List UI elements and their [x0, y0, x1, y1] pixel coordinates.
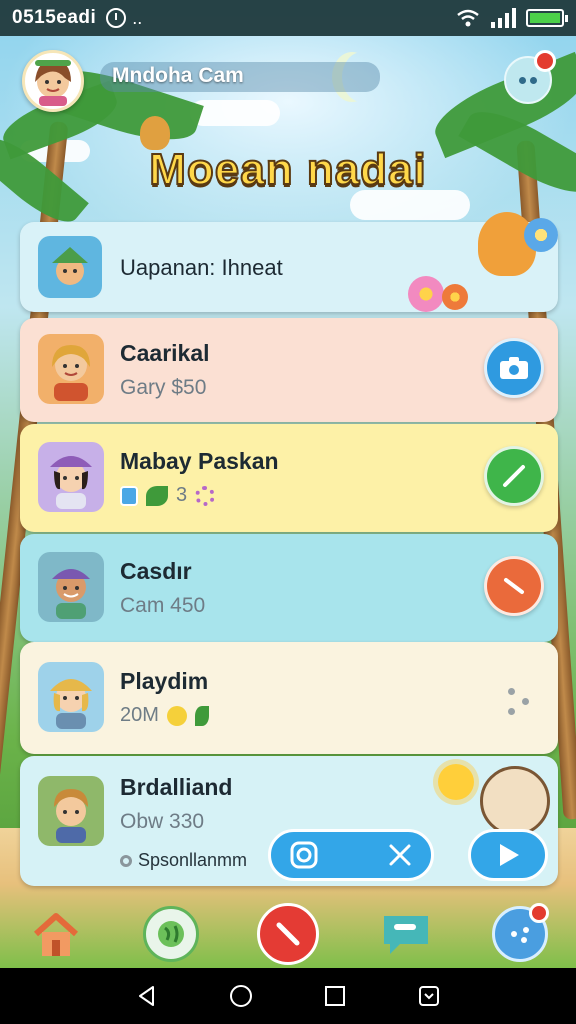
end-call-button[interactable] [257, 903, 319, 965]
contact-card[interactable]: Playdim 20M [20, 642, 558, 754]
user-name: Mndoha Cam [100, 62, 380, 92]
person-avatar-icon [52, 569, 90, 619]
home-circle-icon[interactable] [229, 984, 253, 1008]
gear-icon [195, 485, 216, 506]
contact-card[interactable]: Casdır Cam 450 [20, 534, 558, 642]
contact-status-row: 3 [120, 484, 216, 507]
leaf-icon [146, 485, 168, 506]
recents-icon[interactable] [323, 984, 347, 1008]
contact-extra: Spsonllanmm [138, 850, 248, 870]
chat-dots-icon [519, 76, 537, 84]
bottom-nav [0, 900, 576, 968]
screenshot-icon[interactable] [417, 984, 441, 1008]
wifi-icon [457, 9, 479, 27]
contact-avatar [38, 776, 104, 846]
pencil-icon [503, 465, 525, 487]
globe-icon [157, 921, 184, 947]
contact-avatar [38, 334, 104, 404]
decline-icon [504, 578, 524, 594]
ranger-avatar-icon [52, 247, 88, 285]
home-button[interactable] [28, 906, 84, 962]
contact-status-row: 20M [120, 704, 209, 727]
chat-icon [383, 916, 428, 954]
person-avatar-icon [50, 456, 92, 509]
battery-icon [526, 9, 568, 27]
featured-label: Uapanan: Ihneat [120, 255, 283, 280]
edit-button[interactable] [484, 446, 544, 506]
smiley-icon [166, 705, 187, 726]
person-avatar-icon [54, 789, 88, 843]
featured-avatar [38, 236, 102, 298]
decline-button[interactable] [484, 556, 544, 616]
contact-name: Mabay Paskan [120, 448, 279, 474]
camera-icon [500, 357, 528, 379]
girl-avatar-icon [35, 60, 71, 106]
more-icon[interactable] [504, 684, 534, 720]
contact-name: Playdim [120, 668, 209, 694]
contact-avatar [38, 552, 104, 622]
play-icon [500, 844, 519, 866]
star-badge-icon [480, 766, 550, 836]
contact-status: 3 [176, 484, 188, 506]
call-end-icon [276, 922, 300, 946]
clock-icon [106, 8, 127, 28]
contact-status: Gary $50 [120, 376, 207, 399]
status-bar: 0515eadi .. [0, 0, 576, 36]
contact-extra-row: Spsonllanmm [120, 850, 247, 871]
contact-card[interactable]: Caarikal Gary $50 [20, 318, 558, 422]
contact-name: Casdır [120, 558, 192, 584]
contact-name: Caarikal [120, 340, 210, 366]
sun-icon [438, 764, 474, 800]
featured-card[interactable]: Uapanan: Ihneat [20, 212, 558, 312]
contact-status: 20M [120, 704, 159, 726]
system-nav [0, 968, 576, 1024]
person-avatar-icon [50, 679, 92, 729]
contact-avatar [38, 442, 104, 512]
dots-icon: .. [132, 7, 143, 28]
tile-icon [120, 485, 138, 506]
person-avatar-icon [52, 345, 90, 401]
flower-icon [442, 284, 468, 310]
camera-button[interactable] [484, 338, 544, 398]
user-avatar[interactable] [22, 50, 84, 112]
location-icon [120, 854, 132, 867]
back-icon[interactable] [135, 984, 159, 1008]
contact-avatar [38, 662, 104, 732]
leaf-icon [194, 705, 209, 726]
signal-icon [491, 8, 516, 28]
home-icon [33, 913, 79, 956]
blue-flower-icon [524, 218, 558, 252]
chat-button[interactable] [378, 906, 434, 962]
menu-icon [511, 927, 529, 943]
globe-button[interactable] [142, 906, 199, 962]
contact-name: Brdalliand [120, 774, 233, 800]
status-time: 0515eadi [12, 7, 97, 28]
menu-button[interactable] [492, 903, 549, 962]
messages-button[interactable] [504, 50, 556, 104]
close-icon[interactable] [387, 842, 413, 868]
contact-card[interactable]: Mabay Paskan 3 [20, 424, 558, 532]
notification-badge [534, 50, 556, 72]
cloud [190, 100, 280, 126]
media-toolbar [268, 829, 434, 881]
contact-status: Obw 330 [120, 810, 205, 833]
page-title: Moean nadai [148, 144, 427, 195]
camera-icon[interactable] [289, 840, 319, 870]
play-button[interactable] [468, 829, 548, 881]
contact-status: Cam 450 [120, 594, 206, 617]
notification-badge [529, 903, 549, 923]
flower-icon [408, 276, 444, 312]
